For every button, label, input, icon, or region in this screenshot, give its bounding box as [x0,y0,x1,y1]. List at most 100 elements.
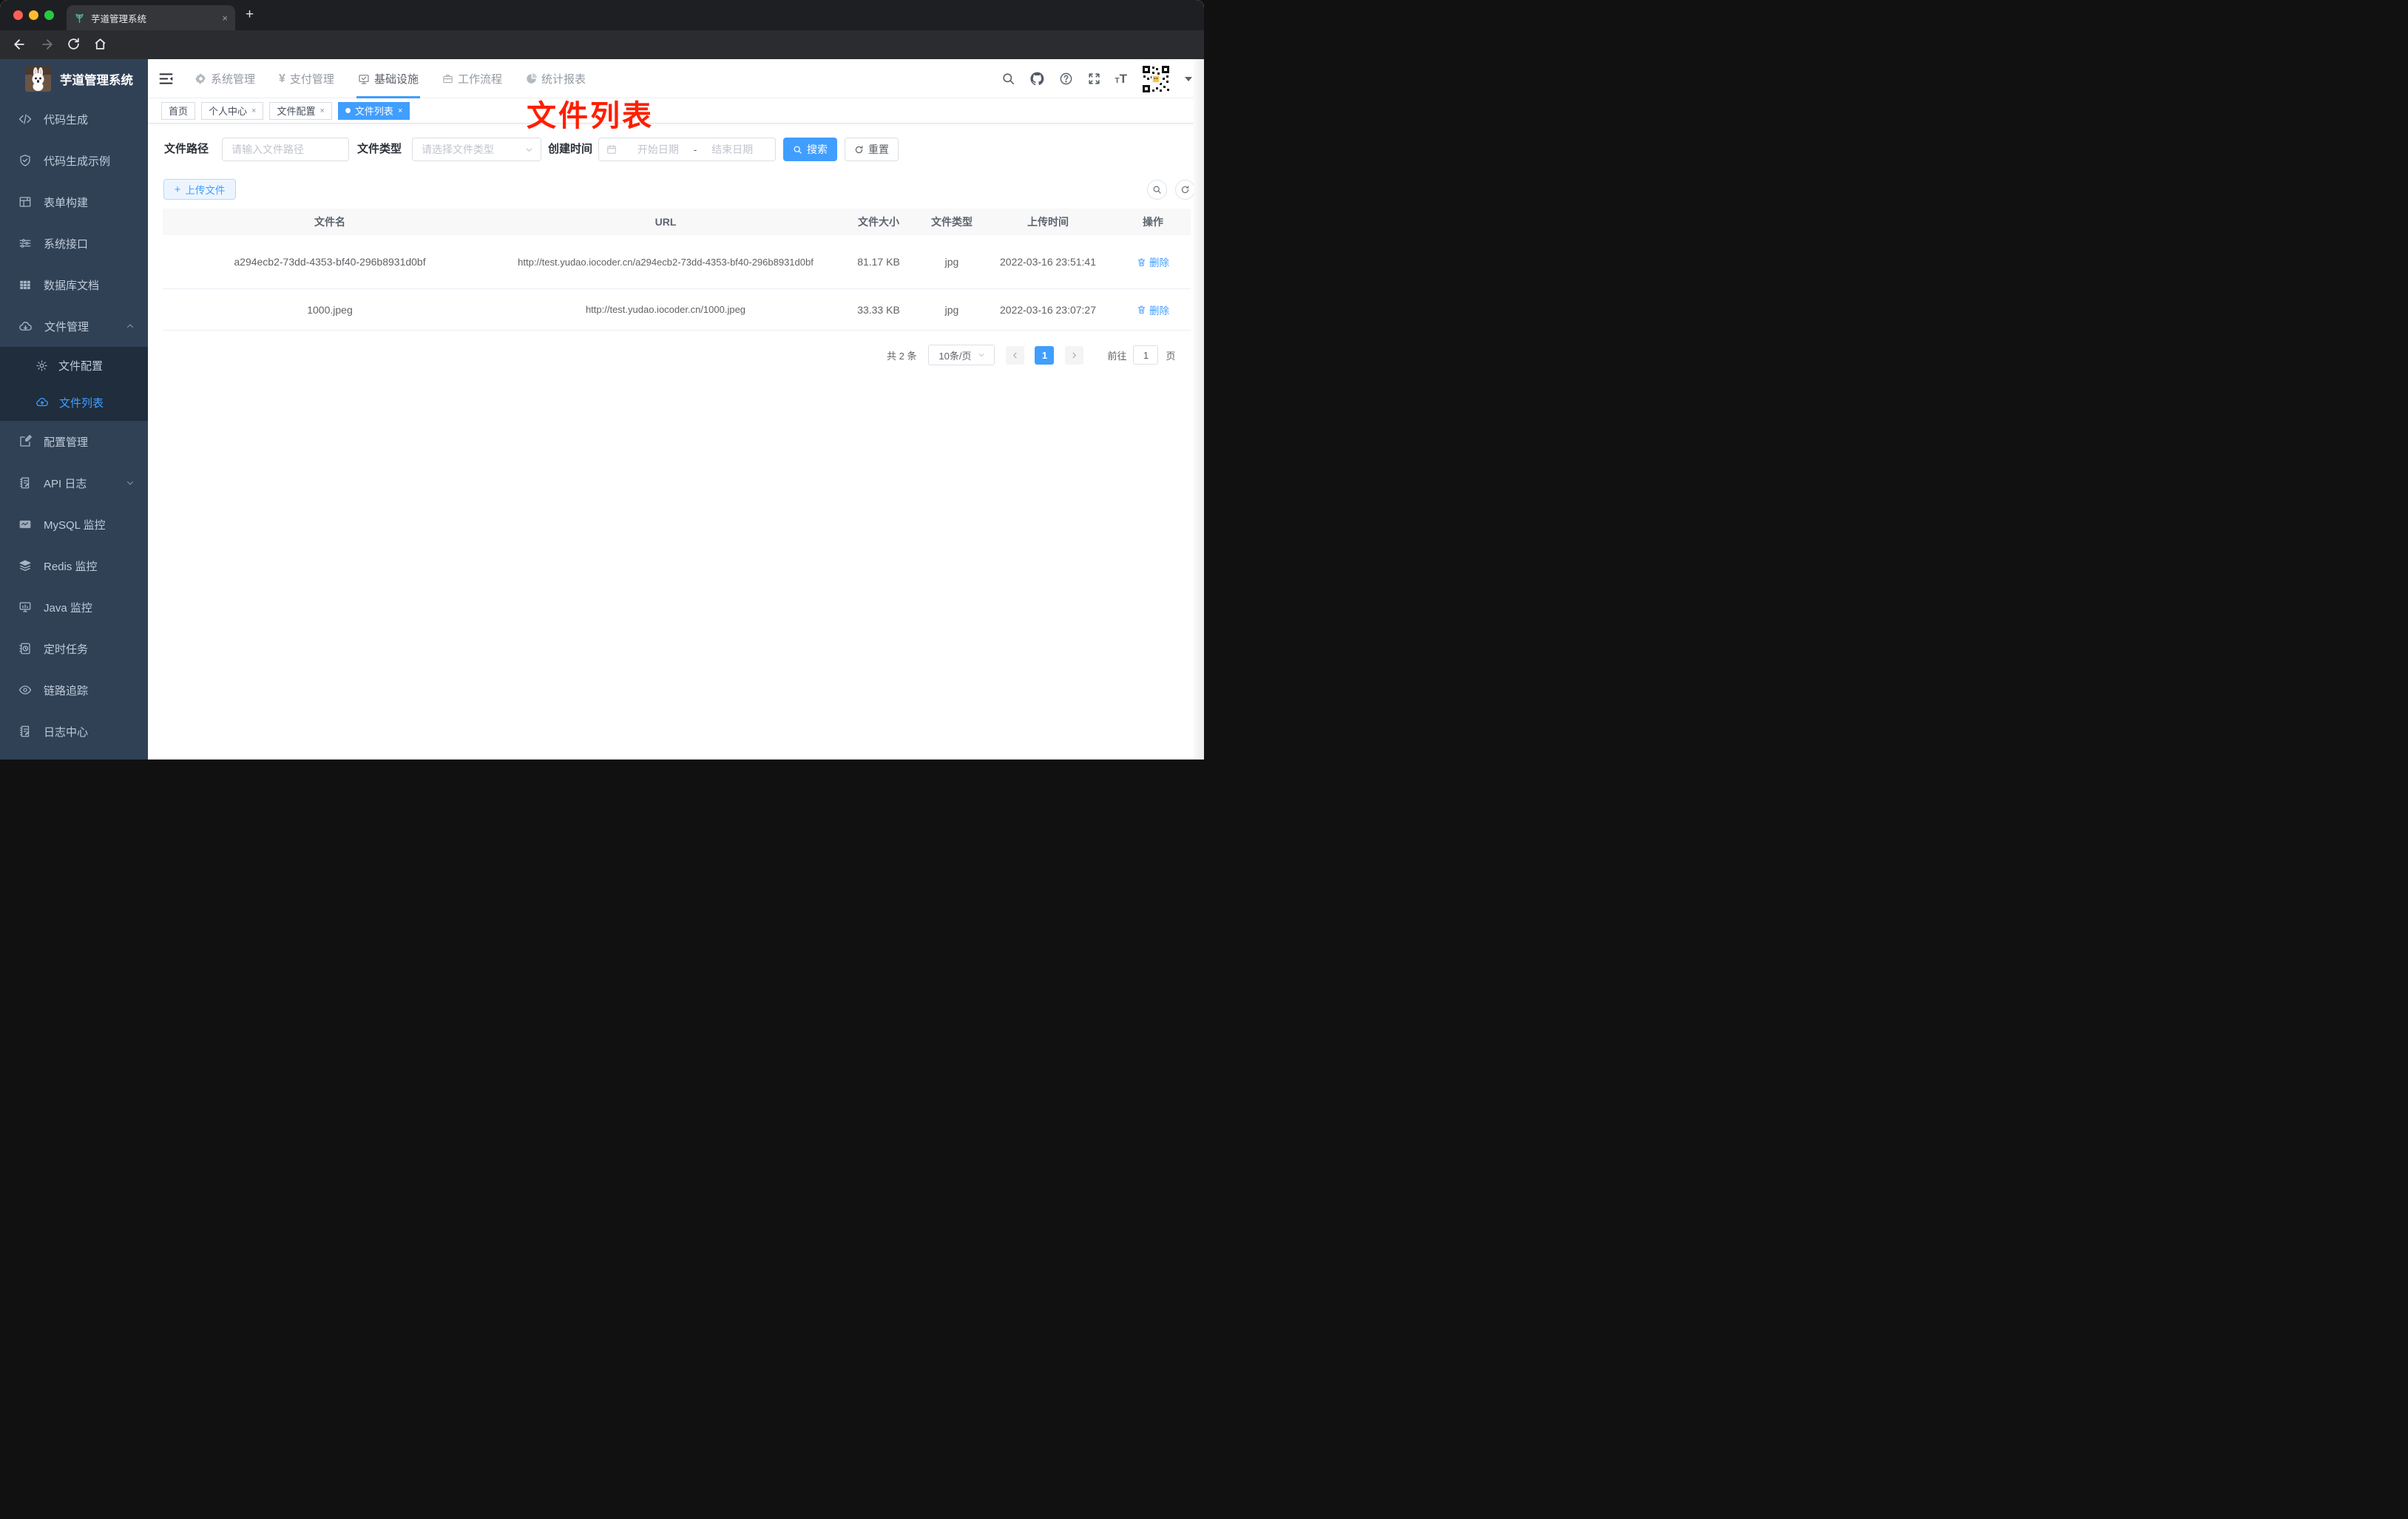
refresh-table-button[interactable] [1175,180,1195,200]
current-page-button[interactable]: 1 [1035,345,1055,365]
font-size-icon[interactable]: TT [1115,72,1128,85]
search-button[interactable]: 搜索 [783,138,837,161]
col-actions: 操作 [1143,216,1163,228]
app-title: 芋道管理系统 [60,73,133,87]
cell-file-type: jpg [944,256,959,268]
chart-box-icon [18,518,32,531]
prev-page-button[interactable] [1006,345,1025,365]
plus-icon: + [174,183,181,196]
back-icon[interactable] [12,37,27,52]
sidebar-item-api-log[interactable]: API 日志 [0,462,148,504]
goto-page-input[interactable] [1133,345,1159,365]
tag-profile[interactable]: 个人中心 × [201,101,264,120]
browser-tab[interactable]: 芋道管理系统 × [67,5,235,30]
logo-rabbit-avatar [25,66,51,92]
date-start-placeholder[interactable]: 开始日期 [623,142,694,157]
delete-button[interactable]: 删除 [1137,302,1169,317]
chevron-down-icon [978,351,985,359]
home-icon[interactable] [93,37,107,51]
nav-system-management[interactable]: 系统管理 [194,59,257,98]
pagination-total: 共 2 条 [887,350,917,362]
forward-icon[interactable] [40,37,55,52]
sidebar-item-system-api[interactable]: 系统接口 [0,223,148,264]
sidebar-item-config-management[interactable]: 配置管理 [0,421,148,462]
tab-title: 芋道管理系统 [91,13,147,24]
date-end-placeholder[interactable]: 结束日期 [697,142,768,157]
close-window-button[interactable] [13,10,23,20]
close-icon[interactable]: × [251,106,256,115]
toggle-search-button[interactable] [1147,180,1167,200]
gear-icon [195,73,206,84]
app-logo[interactable]: 芋道管理系统 [0,59,148,98]
sidebar-collapse-icon[interactable] [158,71,174,87]
nav-payment-management[interactable]: ¥ 支付管理 [277,59,336,98]
yen-icon: ¥ [279,72,285,85]
form-grid-icon [18,195,32,209]
close-icon[interactable]: × [398,106,402,115]
refresh-icon [854,145,864,155]
github-icon[interactable] [1029,71,1045,87]
close-icon[interactable]: × [319,106,324,115]
goto-label: 前往 [1107,350,1127,362]
cloud-download-icon [18,319,33,334]
nav-workflow[interactable]: 工作流程 [441,59,504,98]
sidebar-item-code-example[interactable]: 代码生成示例 [0,140,148,181]
tag-file-list[interactable]: 文件列表 × [337,101,410,120]
file-path-input[interactable] [223,138,348,160]
layers-icon [18,559,32,572]
monitor-bars-icon [18,601,32,614]
table-filled-icon [18,278,32,291]
pie-chart-icon [526,73,537,84]
sidebar-item-redis-monitor[interactable]: Redis 监控 [0,545,148,586]
sidebar-item-trace[interactable]: 链路追踪 [0,669,148,711]
help-icon[interactable] [1059,72,1073,86]
code-icon [18,112,32,126]
sidebar-item-db-doc[interactable]: 数据库文档 [0,264,148,305]
reset-button[interactable]: 重置 [845,138,899,161]
tag-home[interactable]: 首页 [161,101,196,120]
col-file-name: 文件名 [314,216,345,228]
search-icon [793,145,802,155]
avatar-dropdown-caret-icon[interactable] [1185,76,1192,81]
trash-icon [1137,257,1146,267]
next-page-button[interactable] [1065,345,1084,365]
page-scrollbar[interactable] [1194,59,1204,760]
log-edit-icon [18,725,32,738]
col-upload-time: 上传时间 [1027,216,1069,228]
sidebar-item-java-monitor[interactable]: Java 监控 [0,586,148,628]
sidebar-item-form-builder[interactable]: 表单构建 [0,181,148,223]
chevron-down-icon [126,478,135,487]
tab-close-icon[interactable]: × [222,13,228,23]
cell-url: http://test.yudao.iocoder.cn/a294ecb2-73… [518,256,814,268]
sidebar-item-file-management[interactable]: 文件管理 [0,305,148,347]
sidebar-item-file-config[interactable]: 文件配置 [0,347,148,384]
sidebar-item-file-list[interactable]: 文件列表 [0,384,148,421]
reload-icon[interactable] [67,37,81,51]
monitor-check-icon [358,73,370,85]
new-tab-button[interactable]: + [246,7,254,21]
delete-button[interactable]: 删除 [1137,254,1169,269]
header-actions: TT [1001,59,1192,98]
calendar-icon [606,144,617,155]
cell-upload-time: 2022-03-16 23:51:41 [1000,256,1096,268]
favicon-sprout-icon [74,13,85,24]
nav-infrastructure[interactable]: 基础设施 [356,59,420,98]
sidebar-item-log-center[interactable]: 日志中心 [0,711,148,752]
date-range-picker[interactable]: 开始日期 - 结束日期 [598,138,776,161]
sidebar-item-code-generation[interactable]: 代码生成 [0,98,148,140]
search-icon[interactable] [1001,72,1015,86]
browser-toolbar: 127.0.0.1:1024/infra/file/file 11 ⌘ [0,30,1204,86]
maximize-window-button[interactable] [44,10,54,20]
page-size-select[interactable]: 10条/页 [928,345,995,365]
file-path-field[interactable] [222,138,349,161]
chevron-down-icon [525,146,533,154]
cell-url: http://test.yudao.iocoder.cn/1000.jpeg [585,304,746,315]
sidebar-item-mysql-monitor[interactable]: MySQL 监控 [0,504,148,545]
tag-file-config[interactable]: 文件配置 × [269,101,332,120]
file-type-select[interactable]: 请选择文件类型 [412,138,541,161]
fullscreen-icon[interactable] [1087,72,1101,86]
sidebar-item-scheduled-tasks[interactable]: 定时任务 [0,628,148,669]
upload-file-button[interactable]: + 上传文件 [163,179,236,200]
user-avatar-qr[interactable] [1141,64,1171,94]
minimize-window-button[interactable] [29,10,38,20]
